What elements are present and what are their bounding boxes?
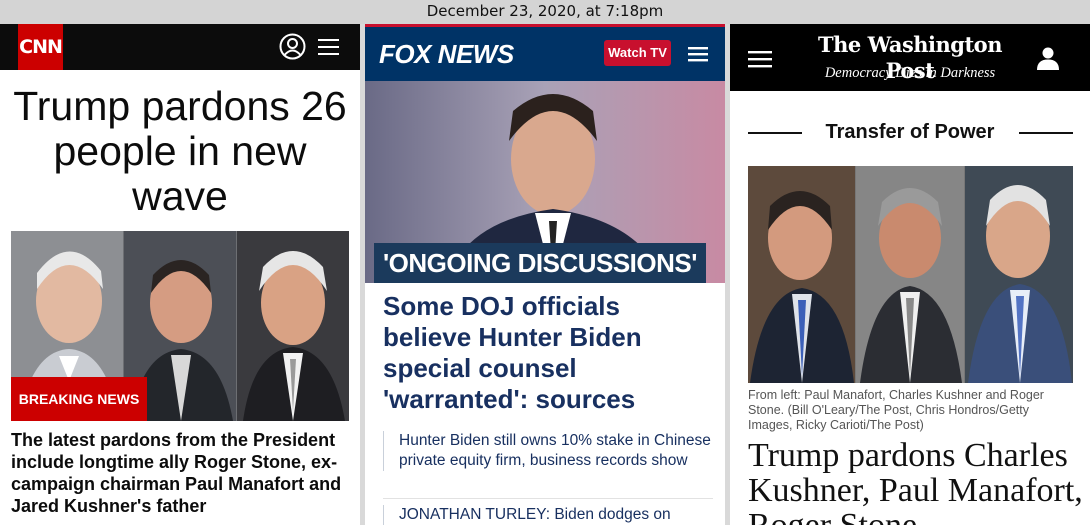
wapo-headline[interactable]: Trump pardons Charles Kushner, Paul Mana… (748, 438, 1088, 525)
fox-related-link[interactable]: Hunter Biden still owns 10% stake in Chi… (383, 431, 713, 471)
date-label: December 23, 2020, at 7:18pm (0, 0, 1090, 24)
fox-kicker-label: 'ONGOING DISCUSSIONS' (374, 243, 706, 283)
wapo-section-kicker[interactable]: Transfer of Power (730, 120, 1090, 144)
watch-tv-button[interactable]: Watch TV (604, 40, 671, 66)
fox-panel: FOX NEWS Watch TV 'ONGOING DISCUSSIONS' … (365, 24, 725, 525)
cnn-subhead[interactable]: The latest pardons from the President in… (11, 429, 351, 517)
user-circle-icon[interactable] (279, 33, 306, 60)
hamburger-menu-icon[interactable] (318, 37, 339, 57)
cnn-headline[interactable]: Trump pardons 26 people in new wave (0, 84, 360, 219)
wapo-panel: The Washington Post Democracy Dies in Da… (730, 24, 1090, 525)
wapo-header: The Washington Post Democracy Dies in Da… (730, 24, 1090, 91)
fox-logo[interactable]: FOX NEWS (379, 40, 514, 68)
hamburger-menu-icon[interactable] (748, 50, 772, 68)
fox-related-link[interactable]: JONATHAN TURLEY: Biden dodges on (383, 505, 713, 525)
wapo-tagline: Democracy Dies in Darkness (824, 65, 996, 81)
divider (383, 498, 713, 499)
wapo-photo-caption: From left: Paul Manafort, Charles Kushne… (748, 388, 1044, 432)
three-portraits-image (748, 166, 1073, 383)
cnn-header: CNN (0, 24, 360, 70)
user-icon[interactable] (1036, 46, 1060, 70)
hamburger-menu-icon[interactable] (688, 46, 708, 62)
wapo-lead-photo[interactable] (748, 166, 1073, 383)
cnn-logo[interactable]: CNN (18, 24, 63, 70)
fox-headline[interactable]: Some DOJ officials believe Hunter Biden … (383, 291, 713, 415)
cnn-lead-photo[interactable]: BREAKING NEWS (11, 231, 349, 421)
breaking-news-badge: BREAKING NEWS (11, 377, 147, 421)
fox-header: FOX NEWS Watch TV (365, 27, 725, 81)
cnn-panel: CNN Trump pardons 26 people in new wave (0, 24, 360, 525)
